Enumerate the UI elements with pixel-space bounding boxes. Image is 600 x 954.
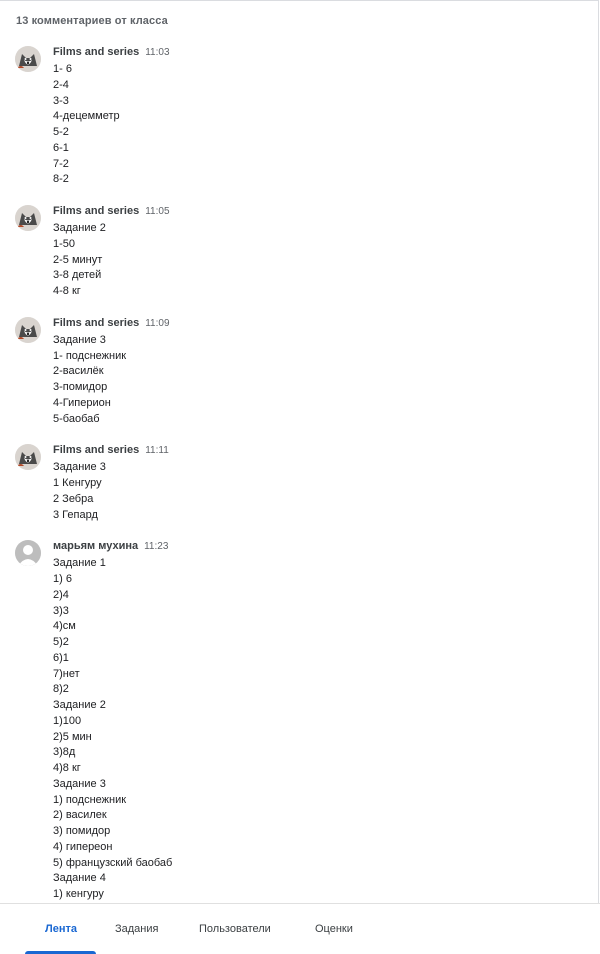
comment-line: 1) кенгуру — [53, 887, 580, 903]
comment-meta: Films and series 11:11 — [53, 441, 580, 457]
comment-line: 1) 6 — [53, 572, 580, 588]
comment-line: 4) гипереон — [53, 840, 580, 856]
comment-line: 4-8 кг — [53, 284, 580, 300]
husky-avatar — [15, 444, 41, 470]
comment-line: 8-2 — [53, 172, 580, 188]
comment-line: 8)2 — [53, 682, 580, 698]
comment-line: 3)3 — [53, 604, 580, 620]
comment-line: 4-децемметр — [53, 109, 580, 125]
comment-line: 2-5 минут — [53, 253, 580, 269]
comment-list: Films and series 11:03 1- 62-43-34-децемме… — [0, 43, 580, 903]
comment-body: Задание 31- подснежник2-василёк3-помидор… — [53, 333, 580, 428]
comment-line: 2 Зебра — [53, 492, 580, 508]
comment-line: Задание 3 — [53, 460, 580, 476]
husky-avatar — [15, 46, 41, 72]
tab-people[interactable]: Пользователи — [199, 923, 271, 935]
top-divider — [0, 0, 598, 1]
comment-line: Задание 3 — [53, 333, 580, 349]
comment-item: Films and series 11:11 Задание 31 Кенгуру2… — [0, 441, 580, 523]
comment-author: Films and series — [53, 205, 139, 217]
bottom-tab-bar: Лента Задания Пользователи Оценки — [0, 903, 600, 954]
comment-line: 3)8д — [53, 745, 580, 761]
comment-line: 7-2 — [53, 157, 580, 173]
comment-meta: Films and series 11:03 — [53, 43, 580, 59]
comment-line: 5-2 — [53, 125, 580, 141]
tab-grades[interactable]: Оценки — [315, 923, 353, 935]
comment-line: 2-4 — [53, 78, 580, 94]
comment-count-header: 13 комментариев от класса — [16, 15, 168, 27]
comment-timestamp: 11:03 — [145, 47, 169, 58]
comment-line: 4)8 кг — [53, 761, 580, 777]
comment-item: Films and series 11:09 Задание 31- подснеж… — [0, 314, 580, 428]
comment-meta: Films and series 11:09 — [53, 314, 580, 330]
default-user-avatar — [15, 540, 41, 566]
comment-line: 4)см — [53, 619, 580, 635]
comment-body: Задание 31 Кенгуру2 Зебра3 Гепард — [53, 460, 580, 523]
comment-line: 1 Кенгуру — [53, 476, 580, 492]
comment-line: 3-3 — [53, 94, 580, 110]
comment-author: Films and series — [53, 46, 139, 58]
tab-classwork[interactable]: Задания — [115, 923, 158, 935]
comment-line: Задание 3 — [53, 777, 580, 793]
comment-line: 3-помидор — [53, 380, 580, 396]
comment-meta: Films and series 11:05 — [53, 202, 580, 218]
comment-line: 7)нет — [53, 667, 580, 683]
comment-meta: марьям мухина 11:23 — [53, 537, 580, 553]
comment-body: 1- 62-43-34-децемметр5-26-17-28-2 — [53, 62, 580, 188]
comment-line: Задание 1 — [53, 556, 580, 572]
comment-author: марьям мухина — [53, 540, 138, 552]
comment-line: 5)2 — [53, 635, 580, 651]
comment-line: 2)4 — [53, 588, 580, 604]
comment-timestamp: 11:05 — [145, 206, 169, 217]
comment-timestamp: 11:09 — [145, 318, 169, 329]
comment-line: 3-8 детей — [53, 268, 580, 284]
tab-stream[interactable]: Лента — [45, 923, 77, 935]
comment-line: 4-Гиперион — [53, 396, 580, 412]
comment-timestamp: 11:23 — [144, 541, 168, 552]
comment-line: 3 Гепард — [53, 508, 580, 524]
comment-item: Films and series 11:03 1- 62-43-34-децемме… — [0, 43, 580, 188]
comment-line: 5) французский баобаб — [53, 856, 580, 872]
comment-author: Films and series — [53, 317, 139, 329]
comment-line: 1-50 — [53, 237, 580, 253]
comment-line: 3) помидор — [53, 824, 580, 840]
comment-line: 1- 6 — [53, 62, 580, 78]
comment-body: Задание 21-502-5 минут3-8 детей4-8 кг — [53, 221, 580, 300]
comment-body: Задание 11) 62)43)34)см5)26)17)нет8)2Зад… — [53, 556, 580, 903]
comment-line: 1)100 — [53, 714, 580, 730]
comment-item: Films and series 11:05 Задание 21-502-5 ми… — [0, 202, 580, 300]
comment-line: 2)5 мин — [53, 730, 580, 746]
comment-item: марьям мухина 11:23 Задание 11) 62)43)34)с… — [0, 537, 580, 903]
comment-line: Задание 2 — [53, 698, 580, 714]
comment-line: 5-баобаб — [53, 412, 580, 428]
husky-avatar — [15, 317, 41, 343]
comment-line: 2) василек — [53, 808, 580, 824]
comment-line: 1- подснежник — [53, 349, 580, 365]
husky-avatar — [15, 205, 41, 231]
comment-line: 6-1 — [53, 141, 580, 157]
right-divider — [598, 0, 599, 903]
comments-scroll-area[interactable]: 13 комментариев от класса Films and seri… — [0, 0, 600, 903]
comment-timestamp: 11:11 — [145, 445, 169, 456]
comment-line: 6)1 — [53, 651, 580, 667]
comment-line: Задание 2 — [53, 221, 580, 237]
comment-author: Films and series — [53, 444, 139, 456]
comment-line: 2-василёк — [53, 364, 580, 380]
comment-line: 1) подснежник — [53, 793, 580, 809]
comment-line: Задание 4 — [53, 871, 580, 887]
